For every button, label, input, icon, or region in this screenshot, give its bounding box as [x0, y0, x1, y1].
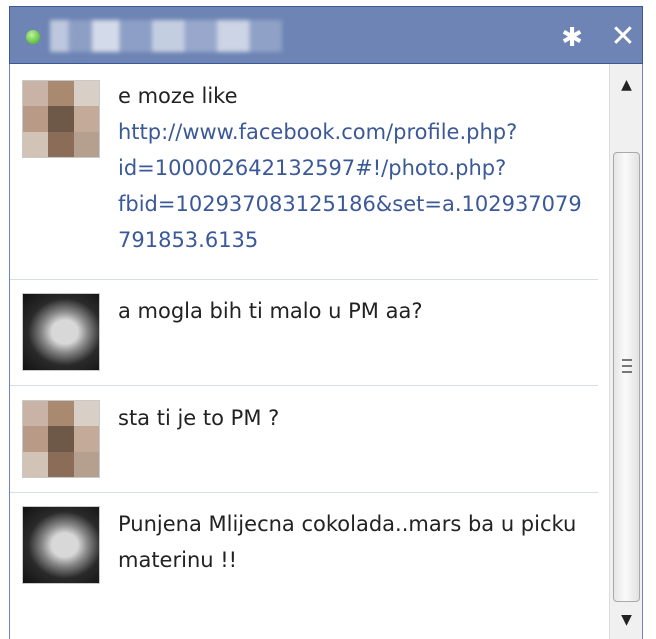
gear-icon[interactable]: ✱: [558, 24, 586, 52]
vertical-scrollbar[interactable]: ▲ ▼: [609, 64, 642, 639]
close-icon[interactable]: ✕: [608, 22, 638, 52]
message-item: e moze like http://www.facebook.com/prof…: [10, 76, 608, 282]
online-status-icon: [26, 30, 40, 44]
message-item: Punjena Mlijecna cokolada..mars ba u pic…: [10, 504, 608, 624]
message-body: e moze like: [118, 84, 238, 108]
avatar[interactable]: [22, 400, 100, 478]
message-item: sta ti je to PM ?: [10, 398, 608, 494]
grip-icon: [622, 359, 632, 373]
message-link[interactable]: http://www.facebook.com/profile.php?id=1…: [118, 120, 582, 252]
chat-window: ✱ ✕ e moze like http://www.facebook.com/…: [0, 0, 656, 639]
message-divider: [10, 492, 598, 493]
message-text: e moze like http://www.facebook.com/prof…: [118, 78, 588, 258]
chat-conversation[interactable]: e moze like http://www.facebook.com/prof…: [9, 64, 643, 639]
message-divider: [10, 385, 598, 386]
message-item: a mogla bih ti malo u PM aa?: [10, 291, 608, 387]
avatar[interactable]: [22, 293, 100, 371]
scroll-down-arrow-icon[interactable]: ▼: [610, 603, 642, 637]
message-divider: [10, 279, 598, 280]
avatar[interactable]: [22, 506, 100, 584]
scroll-up-arrow-icon[interactable]: ▲: [610, 68, 642, 102]
contact-name-blurred: [50, 20, 282, 52]
message-text: sta ti je to PM ?: [118, 406, 280, 430]
avatar[interactable]: [22, 80, 100, 158]
chat-title-bar[interactable]: ✱ ✕: [9, 6, 643, 64]
message-text: a mogla bih ti malo u PM aa?: [118, 299, 423, 323]
scroll-thumb[interactable]: [613, 152, 640, 602]
message-text: Punjena Mlijecna cokolada..mars ba u pic…: [118, 512, 577, 572]
message-list: e moze like http://www.facebook.com/prof…: [10, 64, 608, 639]
